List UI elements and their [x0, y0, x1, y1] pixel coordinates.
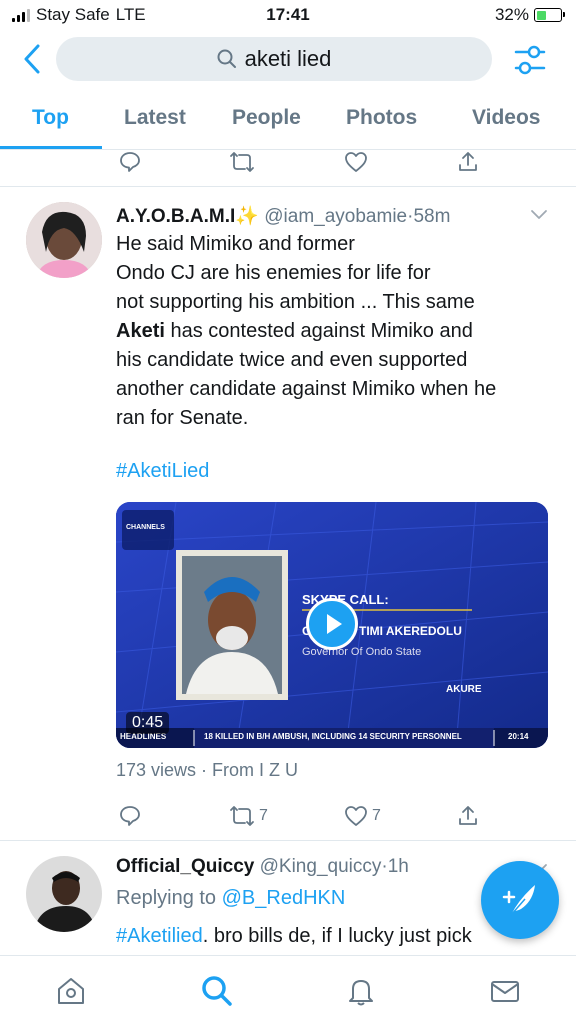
retweet-count: 7	[259, 807, 268, 824]
tweet-header: Official_Quiccy @King_quiccy·1h	[116, 856, 409, 878]
bottom-nav	[0, 955, 576, 1024]
search-icon	[217, 49, 236, 68]
guest-name: TIMI AKEREDOLU	[359, 624, 462, 638]
tweet-line: ran for Senate.	[116, 407, 249, 429]
bold-keyword: Aketi	[116, 320, 165, 342]
chevron-down-icon[interactable]	[530, 208, 548, 226]
tab-photos[interactable]: Photos	[346, 106, 417, 130]
play-button[interactable]	[306, 598, 358, 650]
search-tabs: Top Latest People Photos Videos	[0, 96, 576, 150]
tweet-text-rest: . bro bills de, if I lucky just pick	[202, 925, 472, 947]
share-icon[interactable]	[456, 150, 480, 174]
tweet-divider	[0, 840, 576, 841]
tweet-line-rest: has contested against Mimiko and	[164, 320, 473, 342]
retweet-icon[interactable]	[229, 150, 255, 174]
video-player[interactable]: CHANNELS SKYPE CALL: O TIMI AKEREDOLU Go…	[116, 502, 548, 748]
author-name[interactable]: A.Y.O.B.A.M.I	[116, 206, 235, 227]
ticker-text: 18 KILLED IN B/H AMBUSH, INCLUDING 14 SE…	[204, 732, 462, 741]
app-screen: Stay Safe LTE 17:41 32% aketi lied Top L…	[0, 0, 576, 1024]
tweet-time: 58m	[413, 206, 451, 227]
replying-handle-link[interactable]: @B_RedHKN	[222, 887, 346, 909]
active-tab-indicator	[0, 146, 102, 149]
tab-top[interactable]: Top	[32, 106, 69, 130]
ticker-time: 20:14	[508, 732, 529, 741]
like-heart-icon	[345, 806, 367, 826]
location-label: AKURE	[446, 684, 482, 695]
reply-icon[interactable]	[118, 804, 142, 828]
battery-percent: 32%	[494, 5, 529, 24]
tab-videos[interactable]: Videos	[472, 106, 540, 130]
filter-sliders-icon[interactable]	[510, 42, 550, 78]
tweet-line: not supporting his ambition ... This sam…	[116, 291, 475, 313]
search-query: aketi lied	[244, 46, 332, 71]
tweet-divider	[0, 186, 576, 187]
tweet-line: Ondo CJ are his enemies for life for	[116, 262, 431, 284]
replying-label: Replying to	[116, 887, 217, 909]
back-chevron-icon[interactable]	[18, 42, 48, 76]
status-time: 17:41	[266, 5, 310, 24]
tweet-time: 1h	[387, 856, 409, 877]
home-icon[interactable]	[54, 974, 88, 1008]
retweet-icon	[230, 806, 254, 826]
video-meta: 173 views · From I Z U	[116, 760, 299, 780]
view-count: 173 views	[116, 760, 197, 780]
tweet-line: another candidate against Mimiko when he	[116, 378, 497, 400]
hashtag-link[interactable]: #AketiLied	[116, 460, 209, 483]
video-source[interactable]: From I Z U	[212, 760, 298, 780]
search-input[interactable]: aketi lied	[56, 37, 492, 81]
tweet-line: Aketi has contested against Mimiko and	[116, 317, 556, 346]
channel-badge: CHANNELS	[126, 524, 165, 531]
avatar[interactable]	[26, 856, 102, 932]
like-heart-icon[interactable]	[344, 150, 368, 174]
play-icon	[327, 614, 342, 634]
avatar[interactable]	[26, 202, 102, 278]
search-icon[interactable]	[200, 974, 234, 1008]
battery-icon	[534, 8, 565, 22]
notifications-bell-icon[interactable]	[344, 974, 378, 1008]
video-duration: 0:45	[126, 712, 170, 734]
author-handle: @King_quiccy	[259, 856, 382, 877]
hashtag-link[interactable]: #Aketilied	[116, 925, 203, 947]
sparkles-emoji: ✨	[235, 206, 259, 227]
author-name[interactable]: Official_Quiccy	[116, 856, 254, 877]
tab-latest[interactable]: Latest	[124, 106, 186, 130]
like-button[interactable]: 7	[344, 804, 381, 828]
messages-envelope-icon[interactable]	[488, 974, 522, 1008]
compose-tweet-button[interactable]	[481, 861, 559, 939]
tweet-line: He said Mimiko and former	[116, 233, 355, 255]
like-count: 7	[372, 807, 381, 824]
status-right: 32%	[494, 5, 565, 25]
retweet-button[interactable]: 7	[229, 804, 268, 828]
tweet-header: A.Y.O.B.A.M.I✨ @iam_ayobamie·58m	[116, 204, 450, 228]
reply-icon[interactable]	[118, 150, 142, 174]
tab-people[interactable]: People	[232, 106, 301, 130]
share-icon[interactable]	[456, 804, 480, 828]
tweet-line: his candidate twice and even supported	[116, 349, 468, 371]
status-bar: Stay Safe LTE 17:41 32%	[0, 0, 576, 30]
author-handle: @iam_ayobamie	[264, 206, 408, 227]
tweet-text: He said Mimiko and former Ondo CJ are hi…	[116, 230, 556, 433]
feather-plus-icon	[502, 885, 535, 916]
